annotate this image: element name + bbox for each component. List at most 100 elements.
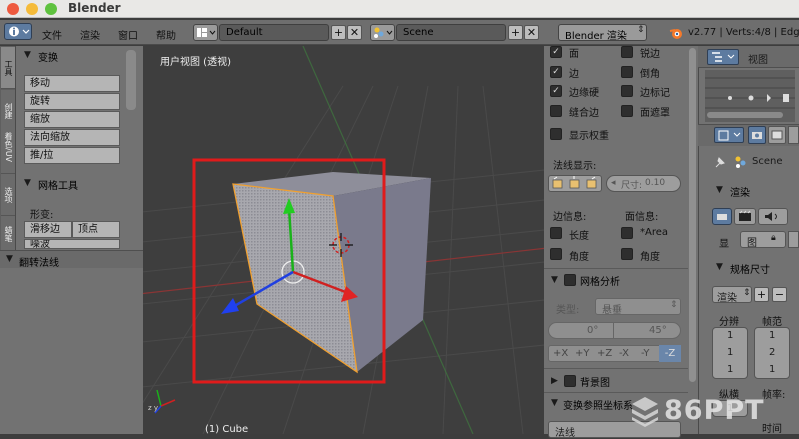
analysis-type-value: 悬垂 <box>602 305 622 316</box>
pin-icon[interactable] <box>713 155 729 169</box>
flip-normals-panel[interactable]: ▼ 翻转法线 <box>0 250 143 269</box>
checkbox-seams[interactable] <box>550 105 562 117</box>
checkbox-background-images[interactable] <box>564 375 576 387</box>
axis-pos-y[interactable]: +Y <box>575 348 590 359</box>
checkbox-edge-angle[interactable] <box>550 248 562 260</box>
noise-button[interactable]: 噪波 <box>24 239 120 249</box>
outliner-tree[interactable] <box>705 70 795 122</box>
background-images-header[interactable]: 背景图 <box>580 374 610 389</box>
checkbox-faces[interactable]: ✓ <box>550 46 562 58</box>
dimensions-panel-header[interactable]: 规格尺寸 <box>730 261 770 276</box>
tab-scene-overflow[interactable] <box>788 126 799 144</box>
checkbox-crease[interactable]: ✓ <box>550 85 562 97</box>
tab-tools[interactable]: 工具 <box>1 47 15 89</box>
scale-button[interactable]: 缩放 <box>24 111 120 128</box>
collapse-arrow-icon[interactable]: ▼ <box>24 50 31 60</box>
normal-display-toggles[interactable] <box>548 175 602 192</box>
analysis-type-select[interactable]: 悬垂 ⇕ <box>595 298 681 316</box>
checkbox-edge-marks[interactable] <box>621 85 633 97</box>
show-weight-label: 显示权重 <box>569 131 609 142</box>
overhang-angle-range[interactable]: 0° 45° <box>548 322 681 339</box>
menu-render[interactable]: 渲染 <box>80 27 100 42</box>
vertex-slide-button[interactable]: 顶点 <box>72 221 120 238</box>
transform-orientation-header[interactable]: 变换参照坐标系 <box>563 397 633 412</box>
display-overflow[interactable] <box>788 231 799 248</box>
mesh-analysis-header[interactable]: 网格分析 <box>580 273 620 288</box>
normal-size-label: 尺寸: <box>621 181 643 191</box>
info-icon <box>9 26 30 37</box>
viewport-canvas[interactable] <box>143 46 544 434</box>
axis-pos-x[interactable]: +X <box>553 348 568 359</box>
translate-button[interactable]: 移动 <box>24 75 120 92</box>
tab-render-camera[interactable] <box>748 126 766 144</box>
collapse-arrow-icon[interactable]: ▼ <box>551 398 558 408</box>
remove-preset-button[interactable]: − <box>772 287 787 302</box>
render-engine-select[interactable]: Blender 渲染 ⇕ <box>558 24 647 42</box>
properties-editor-type-button[interactable] <box>714 127 744 143</box>
menu-window[interactable]: 窗口 <box>118 27 138 42</box>
delete-layout-button[interactable]: ✕ <box>347 25 362 40</box>
checkbox-show-weight[interactable] <box>550 128 562 140</box>
render-animation-button[interactable] <box>734 208 756 225</box>
maximize-window-button[interactable] <box>45 3 57 15</box>
menu-file[interactable]: 文件 <box>42 27 62 42</box>
updown-arrows-icon: ⇕ <box>637 25 645 35</box>
tool-shelf-scrollbar[interactable] <box>126 50 136 110</box>
render-preset-select[interactable]: 渲染 ⇕ <box>712 286 752 304</box>
checkbox-bevel[interactable] <box>621 66 633 78</box>
expand-arrow-icon[interactable]: ▶ <box>551 376 558 386</box>
collapse-arrow-icon[interactable]: ▼ <box>24 178 31 188</box>
tab-render-layers[interactable] <box>768 126 786 144</box>
3d-viewport[interactable] <box>143 46 544 434</box>
checkbox-face-area[interactable] <box>621 227 633 239</box>
display-mode-select[interactable]: 图 🔒︎ <box>740 231 786 249</box>
collapse-arrow-icon[interactable]: ▼ <box>716 185 723 195</box>
checkbox-face-masks[interactable] <box>621 105 633 117</box>
layout-selector[interactable] <box>193 24 218 41</box>
tab-grease-pencil[interactable]: 蜡笔 <box>1 216 15 252</box>
checkbox-edge-length[interactable] <box>550 227 562 239</box>
add-preset-button[interactable]: + <box>754 287 769 302</box>
render-still-button[interactable] <box>712 208 732 225</box>
scene-selector[interactable] <box>370 24 395 41</box>
face-info-label: 面信息: <box>625 212 659 223</box>
minimize-window-button[interactable] <box>26 3 38 15</box>
shrink-fatten-button[interactable]: 法向缩放 <box>24 129 120 146</box>
axis-pos-z[interactable]: +Z <box>597 348 612 359</box>
add-scene-button[interactable]: + <box>508 25 523 40</box>
editor-type-button[interactable] <box>4 23 32 40</box>
edge-slide-button[interactable]: 滑移边 <box>24 221 72 238</box>
menu-help[interactable]: 帮助 <box>156 27 176 42</box>
mesh-tools-panel-header[interactable]: 网格工具 <box>38 177 78 192</box>
n-panel-scrollbar[interactable] <box>689 48 696 382</box>
push-pull-button[interactable]: 推/拉 <box>24 147 120 164</box>
close-window-button[interactable] <box>7 3 19 15</box>
checkbox-mesh-analysis[interactable] <box>564 274 576 286</box>
normal-size-field[interactable]: ◂ 尺寸: 0.10 <box>606 175 681 192</box>
render-panel-header[interactable]: 渲染 <box>730 184 750 199</box>
checkbox-edges[interactable]: ✓ <box>550 66 562 78</box>
axis-neg-z-active[interactable]: -Z <box>659 345 681 362</box>
render-audio-button[interactable] <box>758 208 788 225</box>
axis-neg-x[interactable]: -X <box>619 348 629 359</box>
scene-breadcrumb: Scene <box>752 156 783 167</box>
scene-name-field[interactable]: Scene <box>396 24 506 41</box>
add-layout-button[interactable]: + <box>331 25 346 40</box>
outliner-view-menu[interactable]: 视图 <box>748 51 768 66</box>
frame-range-fields[interactable]: 1 2 1 <box>754 327 790 379</box>
transform-panel-header[interactable]: 变换 <box>38 49 58 64</box>
collapse-arrow-icon[interactable]: ▼ <box>551 275 558 285</box>
checkbox-face-angle[interactable] <box>621 248 633 260</box>
flip-normals-header: 翻转法线 <box>19 258 59 269</box>
tab-shading-uv[interactable]: 着色/UV <box>1 122 15 174</box>
checkbox-sharp[interactable] <box>621 46 633 58</box>
delete-scene-button[interactable]: ✕ <box>524 25 539 40</box>
tab-options[interactable]: 选项 <box>1 174 15 216</box>
outliner-editor-type-button[interactable] <box>707 49 739 65</box>
axis-neg-y[interactable]: -Y <box>641 348 650 359</box>
scene-name-text: Scene <box>403 27 434 38</box>
layout-name-field[interactable]: Default <box>219 24 329 41</box>
collapse-arrow-icon[interactable]: ▼ <box>716 262 723 272</box>
resolution-fields[interactable]: 1 1 1 <box>712 327 748 379</box>
rotate-button[interactable]: 旋转 <box>24 93 120 110</box>
